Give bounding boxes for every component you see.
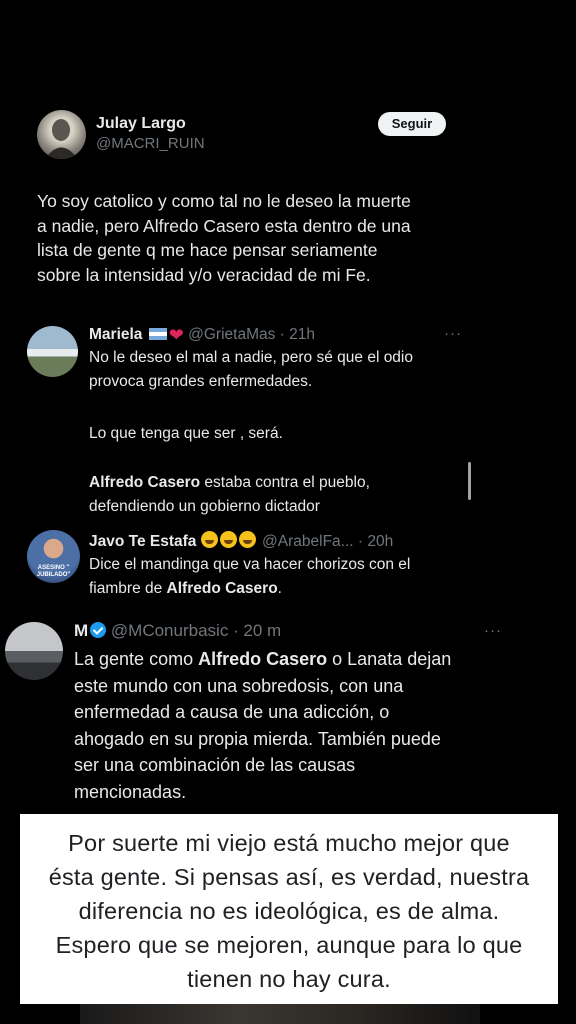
main-tweet-line: a nadie, pero Alfredo Casero esta dentro… — [37, 215, 411, 236]
m-line: este mundo con una sobredosis, con una — [74, 675, 404, 696]
mariela-line: No le deseo el mal a nadie, pero sé que … — [89, 349, 413, 366]
javo-text: Dice el mandinga que va hacer chorizos c… — [89, 553, 469, 601]
casero-mention: Alfredo Casero — [166, 580, 278, 597]
javo-handle-time[interactable]: @ArabelFa... · 20h — [262, 533, 393, 550]
m-line: La gente como Alfredo Casero o Lanata de… — [74, 646, 514, 673]
javo-avatar[interactable]: ASESINO " JUBILADO" — [27, 530, 80, 583]
casero-mention: Alfredo Casero — [198, 649, 328, 669]
caption-line: diferencia no es ideológica, es de alma. — [78, 898, 500, 924]
verified-badge-icon — [90, 622, 107, 638]
mariela-line: Lo que tenga que ser , será. — [89, 425, 283, 442]
javo-avatar-caption: ASESINO " JUBILADO" — [36, 565, 71, 578]
main-tweet-line: sobre la intensidad y/o veracidad de mi … — [37, 264, 371, 285]
caption-line: Espero que se mejoren, aunque para lo qu… — [55, 932, 523, 958]
argentina-flag-icon — [148, 328, 167, 340]
laughing-emoji-icon — [200, 531, 218, 548]
casero-mention: Alfredo Casero — [89, 474, 201, 491]
main-avatar[interactable] — [37, 110, 86, 159]
scrollbar[interactable] — [468, 462, 471, 500]
main-tweet-line: Yo soy catolico y como tal no le deseo l… — [37, 191, 411, 211]
mariela-avatar[interactable] — [27, 326, 78, 377]
main-author-handle[interactable]: @MACRI_RUIN — [96, 135, 205, 152]
mariela-handle-time[interactable]: @GrietaMas · 21h — [188, 326, 315, 343]
m-text: La gente como Alfredo Casero o Lanata de… — [74, 646, 514, 805]
mariela-text: No le deseo el mal a nadie, pero sé que … — [89, 346, 469, 519]
mariela-text-rest: estaba contra el pueblo, — [200, 474, 370, 491]
background-photo — [80, 1004, 480, 1024]
m-name[interactable]: M — [74, 621, 88, 640]
laughing-emoji-icon — [219, 531, 237, 548]
javo-name[interactable]: Javo Te Estafa — [89, 533, 196, 550]
laughing-emoji-icon — [238, 531, 256, 548]
javo-text-pre: fiambre de — [89, 580, 167, 597]
mariela-line: Alfredo Casero estaba contra el pueblo, — [89, 471, 469, 495]
main-tweet-text: Yo soy catolico y como tal no le deseo l… — [37, 189, 457, 287]
javo-text-post: . — [277, 580, 282, 597]
heart-icon: ❤ — [168, 325, 184, 345]
caption-line: tienen no hay cura. — [187, 966, 391, 992]
main-tweet-line: lista de gente q me hace pensar seriamen… — [37, 240, 378, 260]
caption-line: ésta gente. Si pensas así, es verdad, nu… — [48, 864, 530, 890]
mariela-line: provoca grandes enfermedades. — [89, 373, 313, 390]
more-options-icon[interactable]: ··· — [444, 325, 462, 342]
m-handle-time[interactable]: @MConurbasic · 20 m — [111, 621, 281, 640]
portrait-icon — [45, 119, 78, 159]
javo-line: Dice el mandinga que va hacer chorizos c… — [89, 556, 411, 573]
m-header: M @MConurbasic · 20 m — [74, 621, 281, 641]
m-text-pre: La gente como — [74, 649, 199, 669]
story-caption: Por suerte mi viejo está mucho mejor que… — [20, 814, 558, 1004]
mariela-header: Mariela ❤ @GrietaMas · 21h — [89, 325, 315, 346]
main-author-name[interactable]: Julay Largo — [96, 115, 186, 133]
caption-line: Por suerte mi viejo está mucho mejor que — [68, 830, 510, 856]
m-line: ahogado en su propia mierda. También pue… — [74, 728, 441, 749]
m-line: mencionadas. — [74, 781, 187, 802]
javo-line: fiambre de Alfredo Casero. — [89, 577, 469, 601]
javo-header: Javo Te Estafa @ArabelFa... · 20h — [89, 531, 393, 551]
m-line: ser una combinación de las causas — [74, 755, 356, 775]
mariela-name[interactable]: Mariela — [89, 326, 142, 343]
m-avatar[interactable] — [5, 622, 63, 680]
mariela-line: defendiendo un gobierno dictador — [89, 498, 320, 515]
follow-button[interactable]: Seguir — [378, 112, 446, 136]
m-text-post: o Lanata dejan — [327, 649, 452, 669]
m-line: enfermedad a causa de una adicción, o — [74, 702, 390, 722]
more-options-icon[interactable]: ··· — [484, 622, 502, 639]
